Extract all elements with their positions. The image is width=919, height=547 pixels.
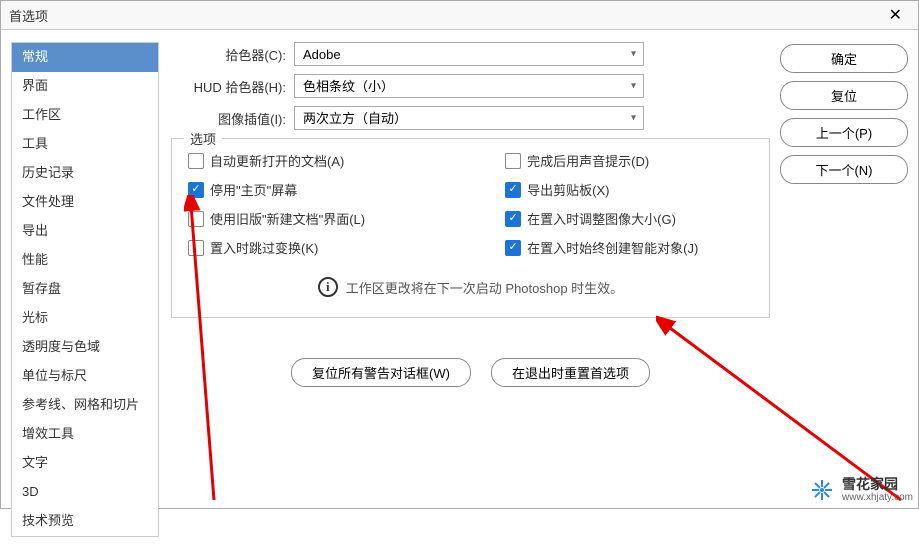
sidebar-item-tools[interactable]: 工具	[12, 130, 158, 159]
checkbox-icon	[188, 240, 204, 256]
sidebar-item-type[interactable]: 文字	[12, 449, 158, 478]
sidebar-item-workspace[interactable]: 工作区	[12, 101, 158, 130]
checkbox-legacy-new-doc[interactable]: 使用旧版"新建文档"界面(L)	[188, 209, 365, 228]
picker-select-wrap: Adobe ▾	[294, 42, 644, 66]
sidebar-item-3d[interactable]: 3D	[12, 478, 158, 507]
checkbox-disable-home[interactable]: 停用"主页"屏幕	[188, 180, 365, 199]
checkbox-label: 停用"主页"屏幕	[210, 180, 297, 199]
right-button-col: 确定 复位 上一个(P) 下一个(N)	[780, 42, 908, 537]
checkbox-label: 在置入时调整图像大小(G)	[527, 209, 676, 228]
watermark-text: 雪花家园 www.xhjaty.com	[842, 477, 913, 503]
picker-label: 拾色器(C):	[171, 45, 286, 64]
checkbox-label: 在置入时始终创建智能对象(J)	[527, 238, 698, 257]
info-text: 工作区更改将在下一次启动 Photoshop 时生效。	[346, 278, 623, 297]
interp-row: 图像插值(I): 两次立方（自动） ▾	[171, 106, 770, 130]
next-button[interactable]: 下一个(N)	[780, 155, 908, 184]
sidebar-item-file-handling[interactable]: 文件处理	[12, 188, 158, 217]
picker-row: 拾色器(C): Adobe ▾	[171, 42, 770, 66]
window-title: 首选项	[9, 6, 48, 25]
sidebar-item-scratch-disks[interactable]: 暂存盘	[12, 275, 158, 304]
checkbox-icon	[188, 211, 204, 227]
checkbox-smart-object[interactable]: 在置入时始终创建智能对象(J)	[505, 238, 698, 257]
checkbox-beep[interactable]: 完成后用声音提示(D)	[505, 151, 698, 170]
hud-select[interactable]: 色相条纹（小）	[294, 74, 644, 98]
hud-row: HUD 拾色器(H): 色相条纹（小） ▾	[171, 74, 770, 98]
checkbox-auto-update[interactable]: 自动更新打开的文档(A)	[188, 151, 365, 170]
checkbox-icon	[505, 211, 521, 227]
sidebar-item-general[interactable]: 常规	[12, 43, 158, 72]
watermark: 雪花家园 www.xhjaty.com	[810, 477, 913, 503]
close-icon: ✕	[889, 7, 902, 24]
info-icon: i	[318, 277, 338, 297]
hud-label: HUD 拾色器(H):	[171, 77, 286, 96]
preferences-window: 首选项 ✕ 常规 界面 工作区 工具 历史记录 文件处理 导出 性能 暂存盘 光…	[0, 0, 919, 509]
checkbox-label: 置入时跳过变换(K)	[210, 238, 318, 257]
checkbox-label: 导出剪贴板(X)	[527, 180, 609, 199]
info-row: i 工作区更改将在下一次启动 Photoshop 时生效。	[188, 277, 753, 297]
reset-on-quit-button[interactable]: 在退出时重置首选项	[491, 358, 650, 387]
hud-select-wrap: 色相条纹（小） ▾	[294, 74, 644, 98]
ok-button[interactable]: 确定	[780, 44, 908, 73]
sidebar-item-cursors[interactable]: 光标	[12, 304, 158, 333]
checkbox-col-right: 完成后用声音提示(D) 导出剪贴板(X) 在置入时调整图像大小(G)	[505, 151, 698, 257]
reset-warnings-button[interactable]: 复位所有警告对话框(W)	[291, 358, 471, 387]
checkbox-grid: 自动更新打开的文档(A) 停用"主页"屏幕 使用旧版"新建文档"界面(L)	[188, 151, 753, 257]
checkbox-icon	[505, 153, 521, 169]
reset-button[interactable]: 复位	[780, 81, 908, 110]
sidebar-item-plugins[interactable]: 增效工具	[12, 420, 158, 449]
checkbox-resize-on-place[interactable]: 在置入时调整图像大小(G)	[505, 209, 698, 228]
sidebar-item-export[interactable]: 导出	[12, 217, 158, 246]
snowflake-icon	[810, 478, 834, 502]
sidebar: 常规 界面 工作区 工具 历史记录 文件处理 导出 性能 暂存盘 光标 透明度与…	[11, 42, 159, 537]
close-button[interactable]: ✕	[881, 5, 910, 25]
sidebar-item-units-rulers[interactable]: 单位与标尺	[12, 362, 158, 391]
interp-select-wrap: 两次立方（自动） ▾	[294, 106, 644, 130]
options-group: 选项 自动更新打开的文档(A) 停用"主页"屏幕 使用旧	[171, 138, 770, 318]
checkbox-col-left: 自动更新打开的文档(A) 停用"主页"屏幕 使用旧版"新建文档"界面(L)	[188, 151, 365, 257]
checkbox-export-clipboard[interactable]: 导出剪贴板(X)	[505, 180, 698, 199]
sidebar-item-performance[interactable]: 性能	[12, 246, 158, 275]
checkbox-skip-transform[interactable]: 置入时跳过变换(K)	[188, 238, 365, 257]
interp-label: 图像插值(I):	[171, 109, 286, 128]
sidebar-item-interface[interactable]: 界面	[12, 72, 158, 101]
checkbox-label: 使用旧版"新建文档"界面(L)	[210, 209, 365, 228]
button-row: 复位所有警告对话框(W) 在退出时重置首选项	[171, 358, 770, 387]
checkbox-icon	[188, 182, 204, 198]
checkbox-label: 自动更新打开的文档(A)	[210, 151, 344, 170]
sidebar-item-guides-grid[interactable]: 参考线、网格和切片	[12, 391, 158, 420]
checkbox-label: 完成后用声音提示(D)	[527, 151, 649, 170]
sidebar-item-transparency[interactable]: 透明度与色域	[12, 333, 158, 362]
picker-select[interactable]: Adobe	[294, 42, 644, 66]
checkbox-icon	[505, 240, 521, 256]
checkbox-icon	[188, 153, 204, 169]
main-panel: 拾色器(C): Adobe ▾ HUD 拾色器(H): 色相条纹（小） ▾ 图像…	[171, 42, 780, 537]
content: 常规 界面 工作区 工具 历史记录 文件处理 导出 性能 暂存盘 光标 透明度与…	[1, 30, 918, 547]
checkbox-icon	[505, 182, 521, 198]
titlebar: 首选项 ✕	[1, 1, 918, 30]
options-legend: 选项	[184, 129, 222, 148]
interp-select[interactable]: 两次立方（自动）	[294, 106, 644, 130]
prev-button[interactable]: 上一个(P)	[780, 118, 908, 147]
sidebar-item-tech-preview[interactable]: 技术预览	[12, 507, 158, 536]
sidebar-item-history[interactable]: 历史记录	[12, 159, 158, 188]
